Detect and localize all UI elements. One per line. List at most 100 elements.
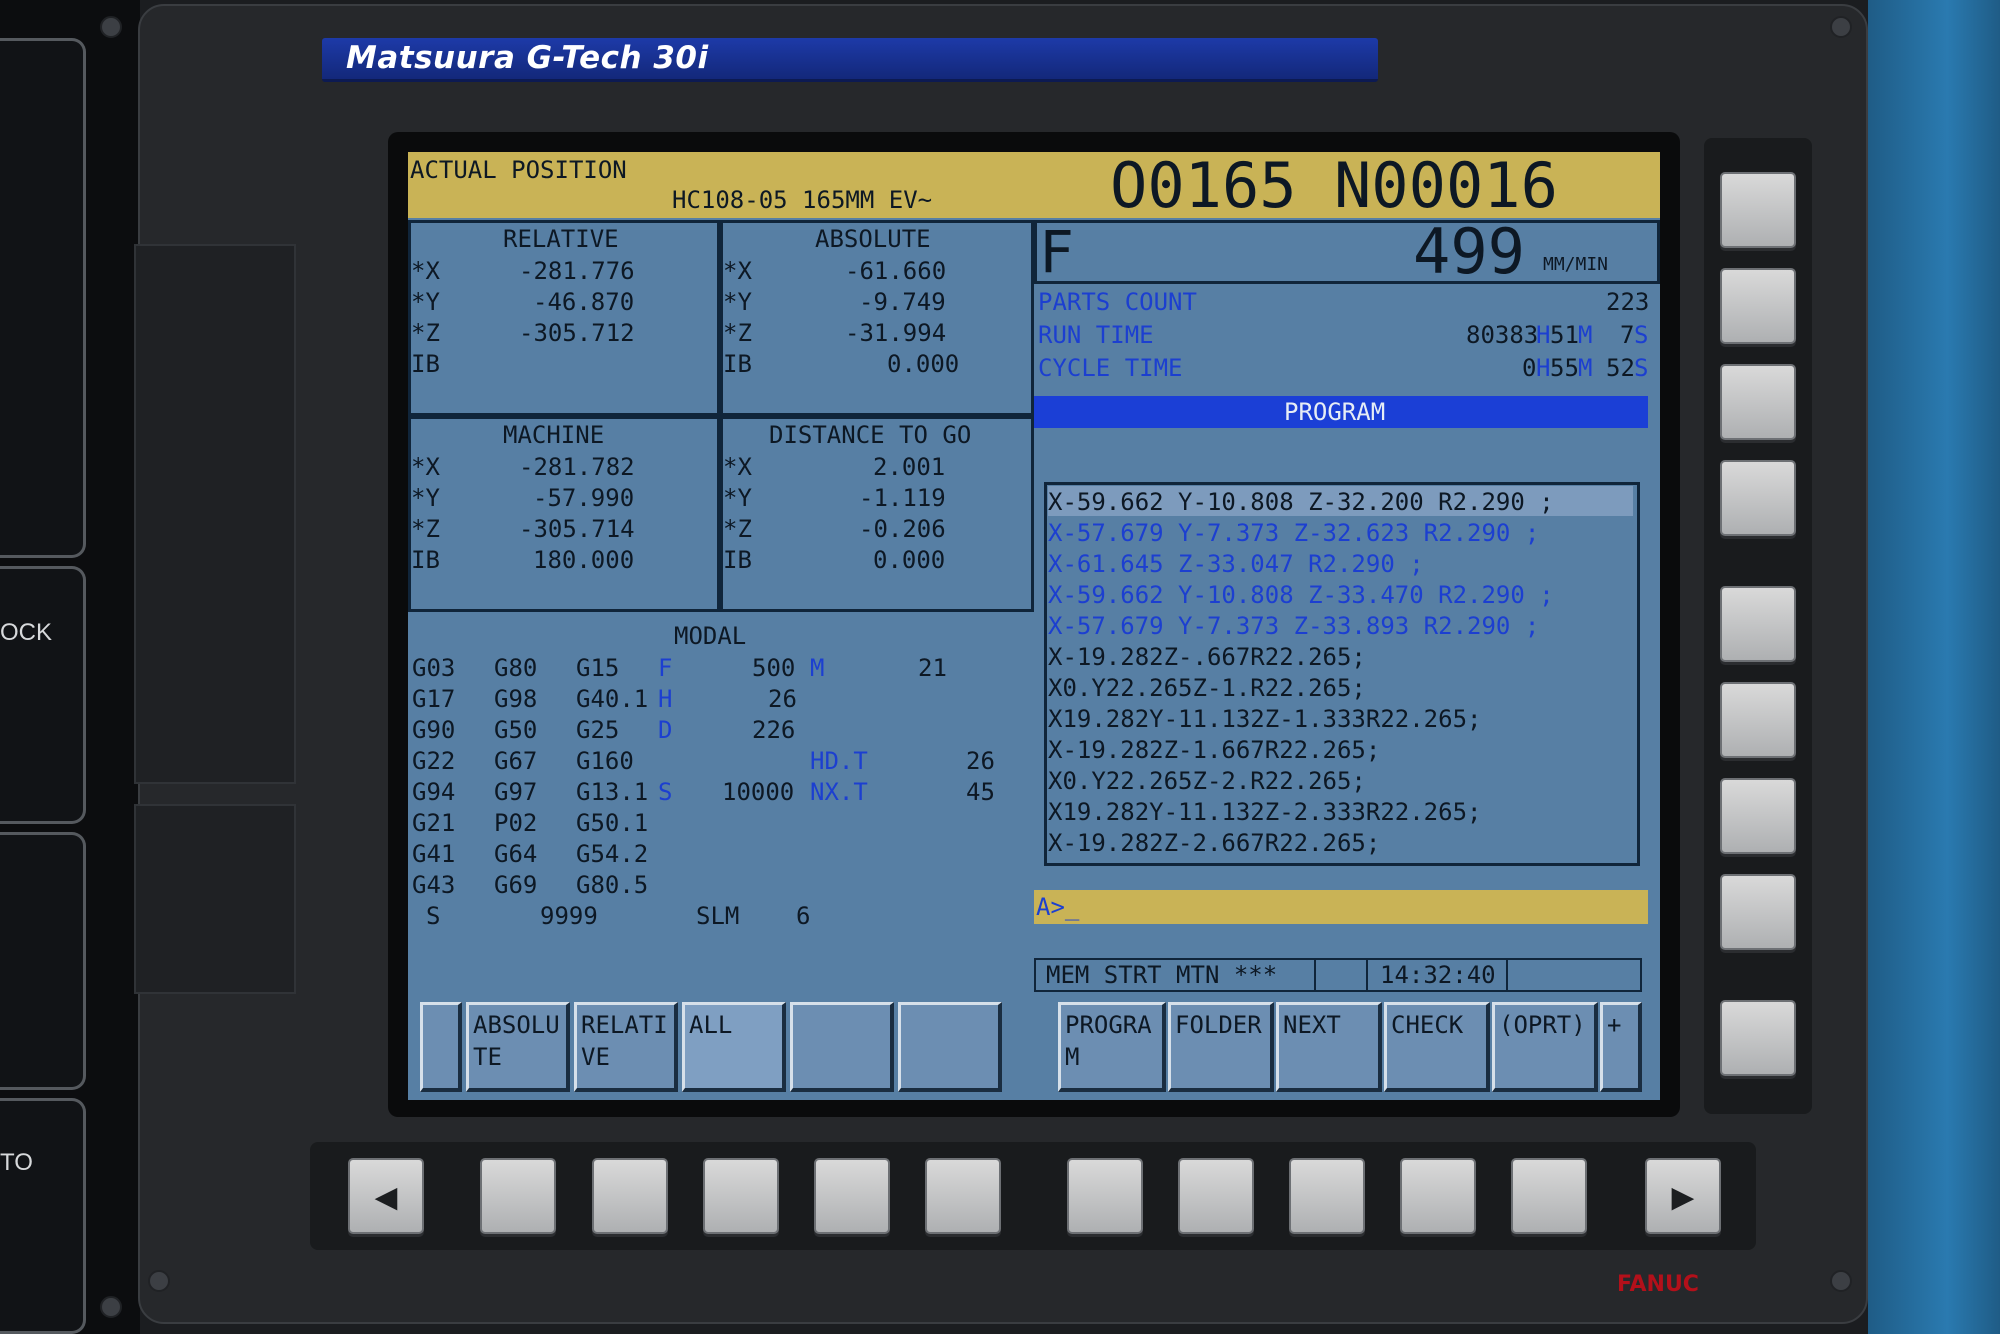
- modal-s-label: S: [658, 778, 673, 806]
- program-line[interactable]: X19.282Y-11.132Z-2.333R22.265;: [1048, 798, 1481, 826]
- softkey-blank[interactable]: [898, 1002, 1002, 1092]
- status-divider: [1314, 960, 1316, 990]
- softkey-hard-key[interactable]: [480, 1158, 556, 1234]
- softkey-folder[interactable]: FOLDER: [1168, 1002, 1274, 1092]
- gcode: G90: [412, 716, 456, 744]
- command-input-line[interactable]: A>_: [1034, 890, 1648, 924]
- vertical-hard-key[interactable]: [1720, 1000, 1796, 1076]
- softkey-blank[interactable]: [790, 1002, 894, 1092]
- modal-s-value: 10000: [722, 778, 795, 806]
- axis-value: -57.990: [533, 484, 635, 512]
- gcode: G40.1: [576, 685, 649, 713]
- side-panel-key-to[interactable]: TO: [0, 1098, 86, 1334]
- program-line[interactable]: X-19.282Z-1.667R22.265;: [1048, 736, 1380, 764]
- gcode: G97: [494, 778, 538, 806]
- softkey-operation[interactable]: (OPRT): [1492, 1002, 1598, 1092]
- softkey-hard-key[interactable]: [1178, 1158, 1254, 1234]
- softkey-absolute[interactable]: ABSOLUTE: [466, 1002, 570, 1092]
- program-line[interactable]: X-57.679 Y-7.373 Z-32.623 R2.290 ;: [1048, 519, 1539, 547]
- cnc-screen: ACTUAL POSITION HC108-05 165MM EV~ O0165…: [408, 152, 1660, 1100]
- program-line[interactable]: X19.282Y-11.132Z-1.333R22.265;: [1048, 705, 1481, 733]
- axis-label: *X: [723, 257, 752, 285]
- softkey-hard-key[interactable]: [1289, 1158, 1365, 1234]
- softkey-hard-key[interactable]: [592, 1158, 668, 1234]
- program-title: PROGRAM: [1284, 398, 1386, 426]
- status-mode: MEM STRT MTN ***: [1046, 961, 1278, 989]
- gcode: G64: [494, 840, 538, 868]
- fanuc-logo: FANUC: [1617, 1272, 1699, 1297]
- screw-icon: [1830, 16, 1852, 38]
- vertical-hard-key[interactable]: [1720, 172, 1796, 248]
- modal-nxt-value: 45: [966, 778, 995, 806]
- axis-value: 180.000: [533, 546, 635, 574]
- softkey-hard-key[interactable]: [703, 1158, 779, 1234]
- softkey-hard-key[interactable]: [1400, 1158, 1476, 1234]
- modal-title: MODAL: [674, 622, 747, 650]
- softkey-hard-key[interactable]: [1067, 1158, 1143, 1234]
- softkey-hard-key[interactable]: [1511, 1158, 1587, 1234]
- panel-title: RELATIVE: [503, 225, 619, 253]
- softkey-program[interactable]: PROGRAM: [1058, 1002, 1166, 1092]
- softkey-label: NEXT: [1283, 1011, 1341, 1039]
- vertical-hard-key[interactable]: [1720, 874, 1796, 950]
- slm-value: 6: [796, 902, 811, 930]
- axis-label: *Y: [411, 484, 440, 512]
- softkey-continue[interactable]: +: [1600, 1002, 1642, 1092]
- gcode: G21: [412, 809, 456, 837]
- program-line[interactable]: X0.Y22.265Z-1.R22.265;: [1048, 674, 1366, 702]
- program-line[interactable]: X-59.662 Y-10.808 Z-32.200 R2.290 ;: [1048, 488, 1554, 516]
- vertical-hard-key[interactable]: [1720, 460, 1796, 536]
- modal-f-label: F: [658, 654, 673, 682]
- modal-hdt-label: HD.T: [810, 747, 868, 775]
- absolute-panel: ABSOLUTE *X -61.660 *Y -9.749 *Z -31.994…: [720, 220, 1034, 416]
- vertical-hard-key[interactable]: [1720, 778, 1796, 854]
- gcode: G22: [412, 747, 456, 775]
- softkey-check[interactable]: CHECK: [1384, 1002, 1490, 1092]
- gcode: G50: [494, 716, 538, 744]
- softkey-next[interactable]: NEXT: [1276, 1002, 1382, 1092]
- softkey-relative[interactable]: RELATIVE: [574, 1002, 678, 1092]
- vertical-hard-key[interactable]: [1720, 586, 1796, 662]
- softkey-hard-key[interactable]: [925, 1158, 1001, 1234]
- softkey-hard-key[interactable]: [814, 1158, 890, 1234]
- softkey-return[interactable]: [420, 1002, 462, 1092]
- gcode: G67: [494, 747, 538, 775]
- modal-m-label: M: [810, 654, 825, 682]
- axis-value: -281.776: [519, 257, 635, 285]
- bezel-slot: [134, 804, 296, 994]
- cycle-time-minutes: 55: [1550, 354, 1579, 382]
- softkey-label: PROGRAM: [1065, 1011, 1152, 1071]
- vertical-hard-key[interactable]: [1720, 364, 1796, 440]
- cycle-time-m-unit: M: [1578, 354, 1593, 382]
- left-arrow-key[interactable]: ◀: [348, 1158, 424, 1234]
- slm-label: SLM: [696, 902, 740, 930]
- gcode: G25: [576, 716, 620, 744]
- program-line[interactable]: X-57.679 Y-7.373 Z-33.893 R2.290 ;: [1048, 612, 1539, 640]
- command-prompt[interactable]: A>_: [1036, 893, 1079, 921]
- feed-label: F: [1039, 218, 1074, 286]
- right-arrow-key[interactable]: ▶: [1645, 1158, 1721, 1234]
- modal-m-value: 21: [918, 654, 947, 682]
- vertical-hard-key[interactable]: [1720, 682, 1796, 758]
- gcode: G43: [412, 871, 456, 899]
- feed-unit: MM/MIN: [1543, 254, 1609, 275]
- brand-plate: Matsuura G-Tech 30i: [322, 38, 1378, 82]
- feed-panel: F 499 MM/MIN: [1034, 220, 1660, 284]
- side-panel-key-ock[interactable]: OCK: [0, 566, 86, 824]
- axis-value: -31.994: [845, 319, 947, 347]
- cycle-time-h-unit: H: [1536, 354, 1551, 382]
- program-line[interactable]: X-19.282Z-.667R22.265;: [1048, 643, 1366, 671]
- run-time-label: RUN TIME: [1038, 321, 1154, 349]
- cycle-time-hours: 0: [1522, 354, 1537, 382]
- side-panel-key[interactable]: [0, 38, 86, 558]
- softkey-all[interactable]: ALL: [682, 1002, 786, 1092]
- side-panel-key[interactable]: [0, 832, 86, 1090]
- axis-value: -0.206: [859, 515, 946, 543]
- vertical-hard-key[interactable]: [1720, 268, 1796, 344]
- program-line[interactable]: X-61.645 Z-33.047 R2.290 ;: [1048, 550, 1424, 578]
- program-line[interactable]: X-19.282Z-2.667R22.265;: [1048, 829, 1380, 857]
- gcode: G41: [412, 840, 456, 868]
- program-line[interactable]: X-59.662 Y-10.808 Z-33.470 R2.290 ;: [1048, 581, 1554, 609]
- program-line[interactable]: X0.Y22.265Z-2.R22.265;: [1048, 767, 1366, 795]
- brand-title: Matsuura G-Tech 30i: [346, 40, 709, 76]
